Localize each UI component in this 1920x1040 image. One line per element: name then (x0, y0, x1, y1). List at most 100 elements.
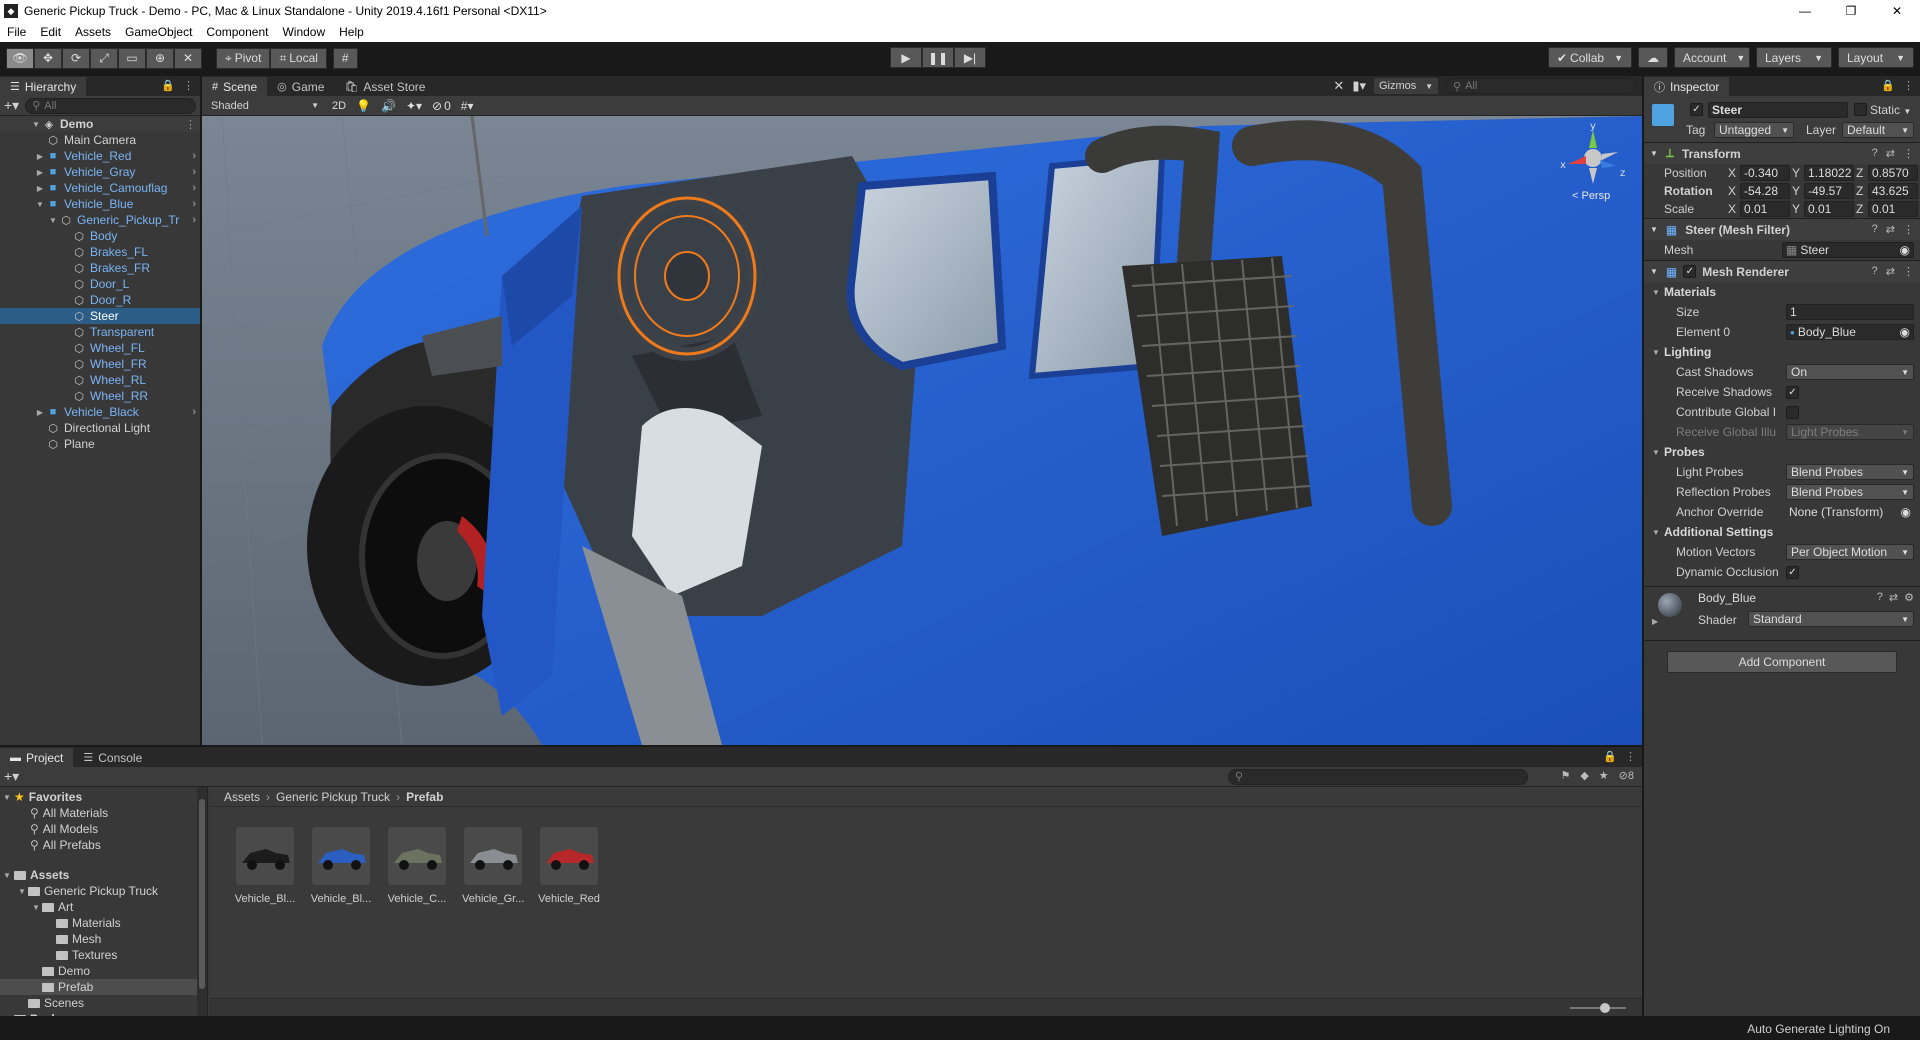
tab-scene[interactable]: # Scene (202, 77, 268, 96)
filter-by-label-icon[interactable]: ◆ (1580, 769, 1588, 782)
tools-icon[interactable]: ✕ (1333, 78, 1344, 94)
reflection-probes-dropdown[interactable]: Blend Probes ▼ (1786, 484, 1914, 500)
expand-arrow-icon[interactable]: ▶ (34, 152, 46, 161)
scrollbar-thumb[interactable] (199, 799, 205, 989)
restore-button[interactable]: ❐ (1828, 0, 1874, 22)
shading-mode-dropdown[interactable]: Shaded ▼ (206, 97, 324, 114)
folder-tree-item[interactable]: Mesh (0, 931, 207, 947)
custom-tool-button[interactable]: ✕ (174, 47, 202, 69)
lock-icon[interactable]: 🔒 (161, 79, 175, 92)
receive-shadows-checkbox[interactable]: ✓ (1786, 385, 1799, 399)
hierarchy-item[interactable]: ⬡ Brakes_FL (0, 244, 200, 260)
hidden-objects-toggle[interactable]: ⊘ 0 (432, 99, 451, 113)
more-icon[interactable]: ⋮ (1903, 223, 1914, 236)
expand-arrow-icon[interactable]: ▶ (34, 184, 46, 193)
expand-arrow-icon[interactable]: ▼ (30, 903, 42, 912)
cloud-button[interactable]: ☁ (1638, 47, 1668, 68)
more-icon[interactable]: ⋮ (183, 79, 194, 92)
object-name-field[interactable]: Steer (1708, 102, 1848, 118)
object-picker-icon[interactable]: ◉ (1900, 243, 1910, 257)
preset-icon[interactable]: ⇄ (1886, 147, 1895, 160)
rotation-z-field[interactable]: 43.625 (1868, 183, 1918, 199)
hierarchy-item[interactable]: ⬡ Brakes_FR (0, 260, 200, 276)
hidden-packages-toggle[interactable]: ⊘8 (1619, 769, 1634, 782)
hierarchy-item[interactable]: ⬡ Plane (0, 436, 200, 452)
mesh-renderer-header[interactable]: ▼ ▦ ✓ Mesh Renderer ? ⇄ ⋮ (1644, 260, 1920, 282)
grid-toggle[interactable]: #▾ (461, 99, 474, 113)
prefab-asset-tile[interactable]: Vehicle_C... (386, 827, 448, 905)
tab-project[interactable]: ▬ Project (0, 748, 74, 767)
prefab-asset-tile[interactable]: Vehicle_Bl... (310, 827, 372, 905)
scene-search-input[interactable]: ⚲ All (1446, 78, 1636, 94)
folder-tree-item[interactable]: ▶ Packages (0, 1011, 207, 1016)
tag-dropdown[interactable]: Untagged ▼ (1714, 122, 1794, 138)
hierarchy-item[interactable]: ▼ ■ Vehicle_Blue › (0, 196, 200, 212)
open-prefab-icon[interactable]: › (192, 198, 196, 210)
local-toggle[interactable]: ⌗ Local (270, 47, 327, 69)
foldout-arrow-icon[interactable]: ▼ (1650, 225, 1658, 234)
open-prefab-icon[interactable]: › (192, 214, 196, 226)
lock-icon[interactable]: 🔒 (1603, 750, 1617, 763)
folder-tree-item[interactable]: Demo (0, 963, 207, 979)
rect-tool-button[interactable]: ▭ (118, 47, 146, 69)
help-icon[interactable]: ? (1877, 591, 1883, 604)
hierarchy-item[interactable]: ▶ ■ Vehicle_Gray › (0, 164, 200, 180)
assets-root-row[interactable]: ▼ Assets (0, 867, 207, 883)
hierarchy-item[interactable]: ▶ ■ Vehicle_Red › (0, 148, 200, 164)
hierarchy-item[interactable]: ⬡ Wheel_FL (0, 340, 200, 356)
material-element-0-field[interactable]: ● Body_Blue ◉ (1786, 324, 1914, 340)
perspective-label[interactable]: < Persp (1572, 190, 1610, 202)
lock-icon[interactable]: 🔒 (1881, 79, 1895, 92)
hierarchy-item[interactable]: ⬡ Door_L (0, 276, 200, 292)
foldout-arrow-icon[interactable]: ▼ (1650, 149, 1658, 158)
object-picker-icon[interactable]: ◉ (1900, 325, 1910, 339)
effects-toggle[interactable]: ✦▾ (406, 99, 422, 113)
mesh-filter-header[interactable]: ▼ ▦ Steer (Mesh Filter) ? ⇄ ⋮ (1644, 218, 1920, 240)
preset-icon[interactable]: ⇄ (1889, 591, 1898, 604)
menu-file[interactable]: File (0, 25, 33, 39)
tab-game[interactable]: ◎ Game (267, 77, 334, 96)
additional-settings-section-row[interactable]: ▼ Additional Settings (1644, 522, 1920, 542)
folder-tree-item[interactable]: ▼ Art (0, 899, 207, 915)
expand-arrow-icon[interactable]: ▼ (30, 120, 42, 129)
expand-arrow-icon[interactable]: ▶ (34, 168, 46, 177)
hierarchy-item[interactable]: ▼ ⬡ Generic_Pickup_Tr › (0, 212, 200, 228)
breadcrumb-generic-pickup-truck[interactable]: Generic Pickup Truck (276, 790, 390, 804)
mesh-field[interactable]: ▦ Steer ◉ (1782, 242, 1914, 258)
orientation-gizmo[interactable]: y x z < Persp (1558, 120, 1628, 204)
lighting-toggle[interactable]: 💡 (356, 99, 371, 113)
help-icon[interactable]: ? (1872, 265, 1878, 278)
preset-icon[interactable]: ⇄ (1886, 223, 1895, 236)
pivot-toggle[interactable]: ⌖ Pivot (216, 47, 271, 69)
light-probes-dropdown[interactable]: Blend Probes ▼ (1786, 464, 1914, 480)
scale-y-field[interactable]: 0.01 (1804, 201, 1854, 217)
hierarchy-item[interactable]: ⬡ Steer (0, 308, 200, 324)
hierarchy-item[interactable]: ▶ ■ Vehicle_Black › (0, 404, 200, 420)
grid-snap-button[interactable]: # (332, 47, 358, 69)
slider-handle[interactable] (1600, 1003, 1610, 1013)
gizmos-dropdown[interactable]: Gizmos ▼ (1374, 78, 1438, 94)
expand-arrow-icon[interactable]: ▼ (0, 793, 14, 802)
foldout-arrow-icon[interactable]: ▼ (1652, 528, 1660, 537)
tab-console[interactable]: ☰ Console (73, 748, 152, 767)
layers-dropdown[interactable]: Layers ▼ (1756, 47, 1832, 68)
create-button[interactable]: +▾ (4, 768, 19, 785)
play-button[interactable]: ▶ (890, 47, 922, 68)
foldout-arrow-icon[interactable]: ▼ (1652, 288, 1660, 297)
open-prefab-icon[interactable]: › (192, 406, 196, 418)
favorite-star-icon[interactable]: ★ (1599, 769, 1609, 782)
menu-component[interactable]: Component (199, 25, 275, 39)
expand-arrow-icon[interactable]: ▼ (0, 871, 14, 880)
open-prefab-icon[interactable]: › (192, 166, 196, 178)
favorite-item[interactable]: ⚲ All Prefabs (0, 837, 207, 853)
add-component-button[interactable]: Add Component (1667, 651, 1897, 673)
hierarchy-item[interactable]: ⬡ Door_R (0, 292, 200, 308)
tab-inspector[interactable]: ⓘ Inspector (1644, 77, 1730, 96)
lighting-section-row[interactable]: ▼ Lighting (1644, 342, 1920, 362)
audio-toggle[interactable]: 🔊 (381, 99, 396, 113)
materials-size-field[interactable]: 1 (1786, 304, 1914, 320)
hierarchy-item[interactable]: ⬡ Wheel_RR (0, 388, 200, 404)
probes-section-row[interactable]: ▼ Probes (1644, 442, 1920, 462)
project-search-input[interactable]: ⚲ (1228, 768, 1528, 785)
expand-arrow-icon[interactable]: ▼ (16, 887, 28, 896)
